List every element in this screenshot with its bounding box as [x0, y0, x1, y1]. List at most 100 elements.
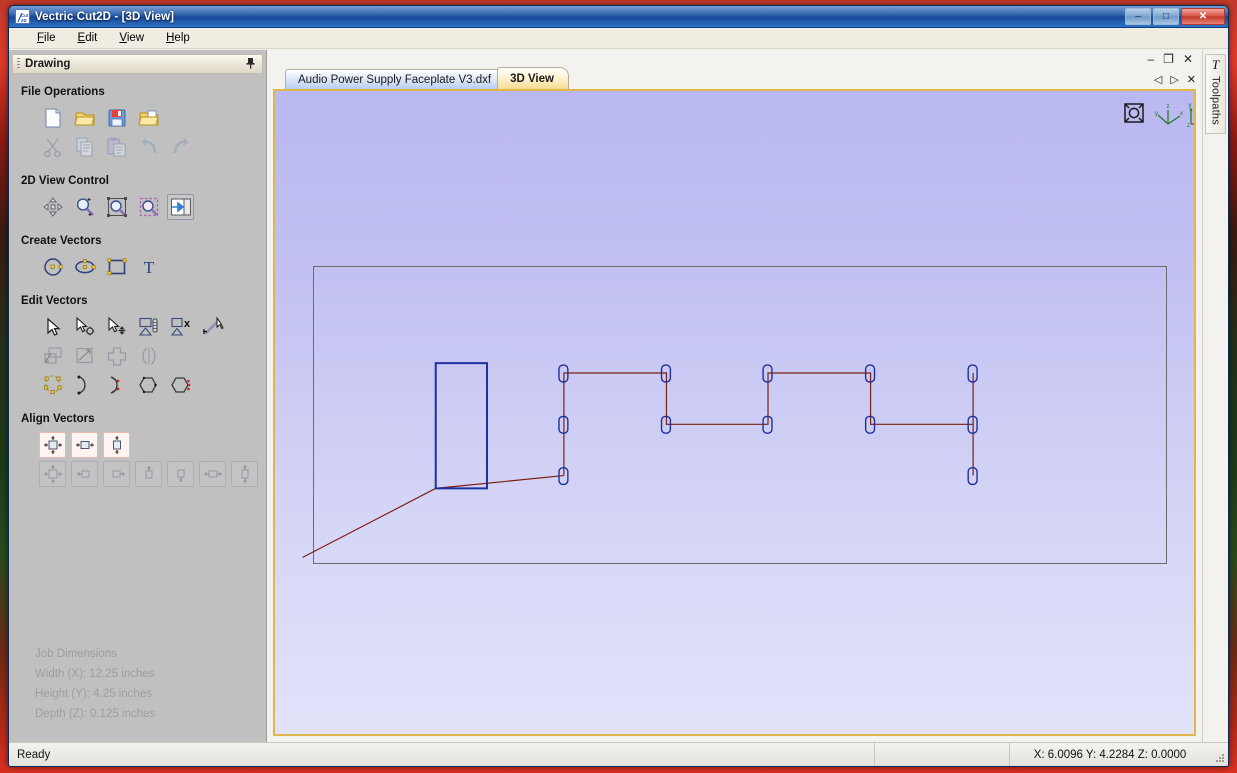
import-file-icon[interactable] [135, 105, 162, 131]
weld-vectors-icon[interactable] [135, 372, 162, 398]
job-dimensions-title: Job Dimensions [35, 644, 266, 664]
save-file-icon[interactable] [103, 105, 130, 131]
toolpaths-tab[interactable]: T Toolpaths [1205, 54, 1226, 134]
right-dock: T Toolpaths [1202, 50, 1228, 742]
selected-rectangle[interactable] [436, 363, 487, 488]
application-window: Cut 2D Vectric Cut2D - [3D View] – □ ✕ F… [8, 5, 1229, 767]
align-vertical-icon[interactable] [231, 461, 258, 487]
zoom-extents-icon[interactable] [103, 194, 130, 220]
document-area: – ❐ ✕ Audio Power Supply Faceplate V3.dx… [267, 50, 1228, 742]
job-dimension-width: Width (X): 12.25 inches [35, 664, 266, 684]
menu-help-rest: elp [174, 32, 189, 44]
panel-title: Drawing [25, 58, 245, 70]
menu-edit[interactable]: Edit [68, 30, 108, 46]
polyline-icon[interactable] [199, 314, 226, 340]
draw-ellipse-icon[interactable] [71, 254, 98, 280]
paste-icon[interactable] [103, 134, 130, 160]
mdi-close-button[interactable]: ✕ [1183, 54, 1193, 64]
copy-icon[interactable] [71, 134, 98, 160]
move-vectors-icon[interactable] [103, 314, 130, 340]
mdi-window-controls: – ❐ ✕ [267, 50, 1202, 67]
pin-icon[interactable] [245, 57, 258, 72]
delete-vector-icon[interactable]: x [167, 314, 194, 340]
pan-view-icon[interactable] [39, 194, 66, 220]
panel-grip-icon[interactable] [17, 58, 20, 70]
menu-file[interactable]: File [27, 30, 66, 46]
trim-vectors-icon[interactable] [167, 372, 194, 398]
mdi-restore-button[interactable]: ❐ [1163, 54, 1174, 64]
section-title-create-vectors: Create Vectors [21, 235, 266, 247]
align-right-icon[interactable] [103, 461, 130, 487]
edit-vectors-row-1: x [9, 314, 266, 340]
mirror-vectors-icon[interactable] [103, 343, 130, 369]
align-bottom-icon[interactable] [167, 461, 194, 487]
menu-help[interactable]: Help [156, 30, 200, 46]
tab-dxf-document[interactable]: Audio Power Supply Faceplate V3.dxf [285, 69, 506, 89]
zoom-selection-icon[interactable] [135, 194, 162, 220]
align-center-horizontal-icon[interactable] [71, 432, 98, 458]
minimize-button[interactable]: – [1125, 8, 1151, 25]
section-title-2d-view-control: 2D View Control [21, 175, 266, 187]
swap-2d-3d-view-icon[interactable] [167, 194, 194, 220]
section-title-edit-vectors: Edit Vectors [21, 295, 266, 307]
status-message: Ready [9, 743, 875, 766]
status-coordinates: X: 6.0096 Y: 4.2284 Z: 0.0000 [1010, 743, 1210, 766]
close-button[interactable]: ✕ [1181, 8, 1225, 25]
menu-file-rest: ile [44, 32, 56, 44]
offset-vectors-icon[interactable] [39, 343, 66, 369]
app-icon: Cut 2D [15, 9, 30, 24]
flip-vectors-icon[interactable] [135, 343, 162, 369]
draw-circle-icon[interactable] [39, 254, 66, 280]
drawing-panel: Drawing File Operations [9, 50, 267, 742]
cut-icon[interactable] [39, 134, 66, 160]
tab-next-button[interactable]: ▷ [1170, 73, 1178, 86]
menu-view[interactable]: View [109, 30, 154, 46]
tab-dxf-document-label: Audio Power Supply Faceplate V3.dxf [298, 74, 491, 86]
align-vectors-row-2 [9, 461, 266, 487]
measure-icon[interactable] [135, 314, 162, 340]
scale-vectors-icon[interactable] [71, 343, 98, 369]
new-file-icon[interactable] [39, 105, 66, 131]
redo-icon[interactable] [167, 134, 194, 160]
status-bar: Ready X: 6.0096 Y: 4.2284 Z: 0.0000 [9, 742, 1228, 766]
align-left-icon[interactable] [71, 461, 98, 487]
window-title: Vectric Cut2D - [3D View] [35, 11, 174, 23]
file-operations-row-2 [9, 134, 266, 160]
status-spacer [875, 743, 1010, 766]
3d-viewport[interactable]: z y x y x [275, 91, 1194, 734]
resize-grip-icon[interactable] [1210, 743, 1228, 766]
tab-close-button[interactable]: ✕ [1187, 73, 1196, 86]
align-center-vertical-icon[interactable] [103, 432, 130, 458]
align-center-icon[interactable] [39, 432, 66, 458]
section-title-file-operations: File Operations [21, 86, 266, 98]
svg-text:T: T [143, 258, 154, 277]
toolpath-lead-in [303, 476, 564, 558]
open-file-icon[interactable] [71, 105, 98, 131]
tab-prev-button[interactable]: ◁ [1154, 73, 1162, 86]
svg-text:x: x [183, 318, 190, 330]
align-top-icon[interactable] [135, 461, 162, 487]
node-edit-icon[interactable] [71, 314, 98, 340]
zoom-in-out-icon[interactable] [71, 194, 98, 220]
maximize-button[interactable]: □ [1153, 8, 1179, 25]
fit-curves-icon[interactable] [39, 372, 66, 398]
job-dimension-height: Height (Y): 4.25 inches [35, 684, 266, 704]
draw-text-icon[interactable]: T [135, 254, 162, 280]
job-dimension-depth: Depth (Z): 0.125 inches [35, 704, 266, 724]
align-to-material-center-icon[interactable] [39, 461, 66, 487]
close-vectors-icon[interactable] [103, 372, 130, 398]
tab-3d-view[interactable]: 3D View [497, 67, 569, 89]
select-vectors-icon[interactable] [39, 314, 66, 340]
3d-view-frame: z y x y x [273, 89, 1196, 736]
draw-rectangle-icon[interactable] [103, 254, 130, 280]
title-bar: Cut 2D Vectric Cut2D - [3D View] – □ ✕ [9, 6, 1228, 28]
align-horizontal-icon[interactable] [199, 461, 226, 487]
mdi-minimize-button[interactable]: – [1147, 54, 1154, 64]
undo-icon[interactable] [135, 134, 162, 160]
toolpath-lines [303, 373, 974, 557]
toolpaths-icon: T [1212, 58, 1219, 72]
create-vectors-row-1: T [9, 254, 266, 280]
view-control-row-1 [9, 194, 266, 220]
join-open-vectors-icon[interactable] [71, 372, 98, 398]
edit-vectors-row-3 [9, 372, 266, 398]
